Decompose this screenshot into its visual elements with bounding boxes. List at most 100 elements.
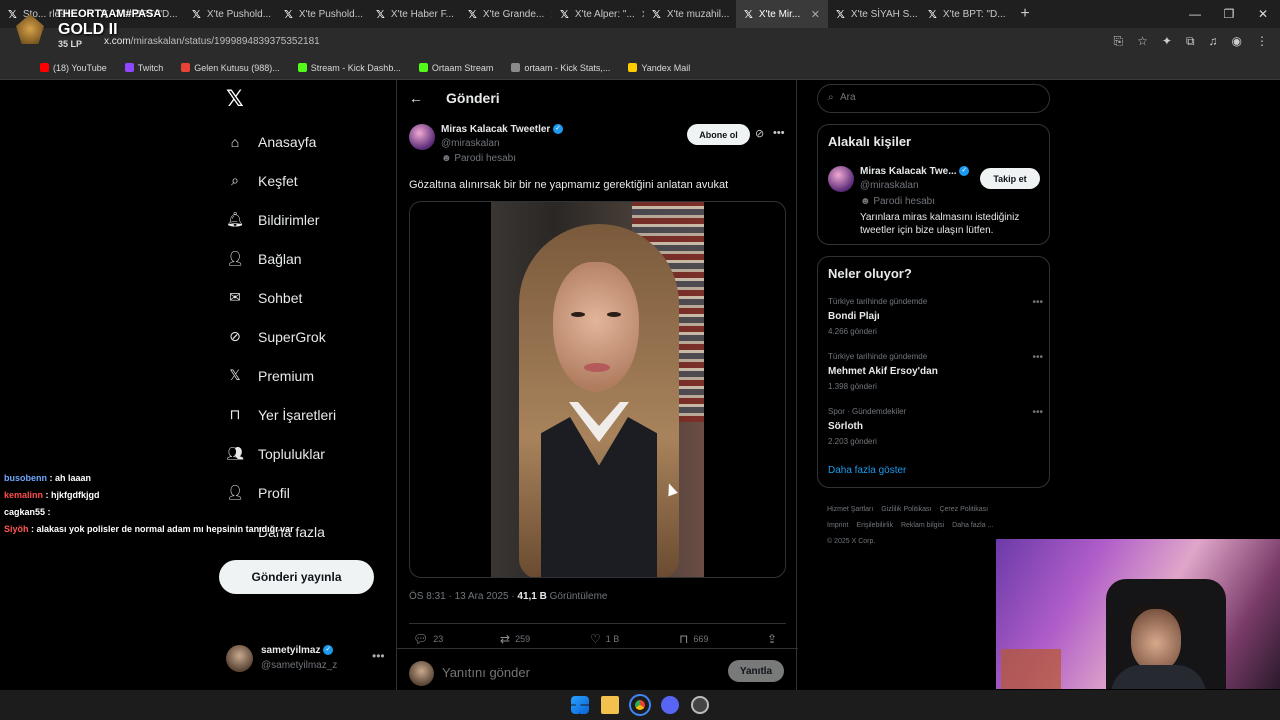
media-icon[interactable]: ♫: [1209, 34, 1218, 49]
nav-item-8[interactable]: ⊓ Yer İşaretleri: [226, 395, 337, 434]
nav-item-5[interactable]: ✉ Sohbet: [226, 278, 336, 317]
bookmark-item[interactable]: Ortaam Stream: [418, 63, 493, 73]
bookmark-item[interactable]: Gelen Kutusu (988)...: [181, 63, 280, 73]
browser-tab[interactable]: 𝕏X'te Haber F...✕: [368, 0, 460, 28]
file-explorer-icon[interactable]: [601, 696, 619, 714]
bookmark-label: Yandex Mail: [641, 62, 691, 73]
like-action[interactable]: ♡ 1 B: [590, 632, 619, 646]
trend-item[interactable]: Spor · Gündemdekiler Sörloth 2.203 gönderi…: [828, 407, 1043, 451]
footer-link[interactable]: Hizmet Şartları: [827, 506, 873, 513]
footer-link[interactable]: Çerez Politikası: [939, 506, 988, 513]
trend-item[interactable]: Türkiye tarihinde gündemde Bondi Plajı 4.2…: [828, 297, 1043, 341]
tab-title: X'te Alper: "...: [574, 8, 635, 20]
reply-button[interactable]: Yanıtla: [728, 660, 784, 682]
more-icon[interactable]: •••: [773, 127, 785, 139]
more-icon[interactable]: •••: [1032, 407, 1043, 418]
menu-icon[interactable]: ⋮: [1256, 34, 1268, 49]
app-icon[interactable]: [691, 696, 709, 714]
trend-item[interactable]: Türkiye tarihinde gündemde Mehmet Akif Er…: [828, 352, 1043, 396]
footer-link[interactable]: Daha fazla ...: [952, 522, 993, 529]
bookmark-favicon-icon: [628, 63, 638, 72]
browser-tab[interactable]: 𝕏 X'te Mir... ✕: [736, 0, 828, 28]
show-more-link[interactable]: Daha fazla göster: [828, 465, 906, 476]
minimize-icon[interactable]: —: [1178, 0, 1212, 28]
author-avatar[interactable]: [409, 124, 435, 150]
related-handle[interactable]: @miraskalan: [860, 180, 919, 191]
nav-item-4[interactable]: 👤︎ Bağlan: [226, 239, 336, 278]
footer-link[interactable]: © 2025 X Corp.: [827, 538, 875, 545]
bookmark-item[interactable]: Twitch: [124, 63, 163, 73]
post-time[interactable]: ÖS 8:31 · 13 Ara 2025 ·: [409, 591, 517, 602]
video-frame[interactable]: [491, 202, 704, 577]
puzzle-icon[interactable]: ⧉: [1186, 34, 1195, 49]
search-input[interactable]: [840, 92, 1040, 103]
bookmark-item[interactable]: (18) YouTube: [40, 63, 107, 73]
browser-tab[interactable]: 𝕏X'te Alper: "...✕: [552, 0, 644, 28]
bookmark-item[interactable]: Stream - Kick Dashb...: [297, 63, 401, 73]
stream-chat: busobenn : ah laaan kemalinn : hjkfgdfkjg…: [4, 473, 324, 541]
bookmark-action[interactable]: ⊓ 669: [679, 632, 708, 646]
profile-icon[interactable]: ◉: [1232, 34, 1242, 49]
extension-icon[interactable]: ✦: [1162, 34, 1172, 49]
close-window-icon[interactable]: ✕: [1246, 0, 1280, 28]
subscribe-button[interactable]: Abone ol: [687, 124, 750, 145]
account-switcher[interactable]: sametyilmaz ✓ @sametyilmaz_z •••: [226, 643, 386, 675]
back-arrow-icon[interactable]: ←: [409, 90, 423, 106]
rank-emblem-icon: [16, 14, 44, 44]
related-name[interactable]: Miras Kalacak Twe...: [860, 166, 957, 177]
nav-item-3[interactable]: 🔔︎ Bildirimler: [226, 200, 336, 239]
footer-link[interactable]: Erişilebilirlik: [856, 522, 893, 529]
new-tab-icon[interactable]: +: [1012, 5, 1038, 23]
install-icon[interactable]: ⎘: [1114, 34, 1124, 49]
nav-item-6[interactable]: ⊘ SuperGrok: [226, 317, 336, 356]
reply-input[interactable]: [442, 665, 682, 680]
post-button[interactable]: Gönderi yayınla: [219, 560, 374, 594]
footer-link[interactable]: Imprint: [827, 522, 848, 529]
bookmark-favicon-icon: [181, 63, 191, 72]
grok-icon: ⊘: [229, 328, 241, 344]
footer-link[interactable]: Gizlilik Politikası: [881, 506, 931, 513]
star-icon[interactable]: ☆: [1137, 34, 1148, 49]
search-box[interactable]: ⌕: [817, 84, 1050, 113]
post-video[interactable]: [409, 201, 786, 578]
share-action[interactable]: ⇪: [767, 632, 777, 646]
x-logo-icon[interactable]: 𝕏: [226, 88, 248, 110]
maximize-icon[interactable]: ❐: [1212, 0, 1246, 28]
nav-item-9[interactable]: 👥︎ Topluluklar: [226, 434, 336, 473]
discord-icon[interactable]: [661, 696, 679, 714]
nav-item-2[interactable]: ⌕ Keşfet: [226, 161, 336, 200]
x-logo-icon: 𝕏: [928, 8, 937, 21]
more-icon[interactable]: •••: [372, 649, 385, 663]
nav-item-label: Sohbet: [258, 289, 303, 306]
more-icon[interactable]: •••: [1032, 297, 1043, 308]
reply-action[interactable]: 💬︎ 23: [413, 632, 443, 646]
browser-tab[interactable]: 𝕏X'te Grande...✕: [460, 0, 552, 28]
footer-link[interactable]: Reklam bilgisi: [901, 522, 944, 529]
author-handle[interactable]: @miraskalan: [441, 138, 500, 149]
grok-icon[interactable]: ⊘: [755, 127, 764, 140]
nav-item-7[interactable]: 𝕏 Premium: [226, 356, 336, 395]
browser-tab[interactable]: 𝕏X'te muzahil...✕: [644, 0, 736, 28]
repost-icon: ⇄: [500, 632, 511, 646]
author-name[interactable]: Miras Kalacak Tweetler: [441, 124, 550, 135]
more-icon[interactable]: •••: [1032, 352, 1043, 363]
bookmark-item[interactable]: ortaam - Kick Stats,...: [511, 63, 610, 73]
address-bar[interactable]: x.com/miraskalan/status/1999894839375352…: [0, 28, 1280, 56]
browser-tab[interactable]: 𝕏X'te Pushold...✕: [184, 0, 276, 28]
mail-icon: ✉: [229, 289, 241, 305]
repost-action[interactable]: ⇄ 259: [500, 632, 530, 646]
tab-title: X'te Haber F...: [390, 8, 454, 20]
close-icon[interactable]: ✕: [811, 8, 820, 21]
bookmark-item[interactable]: Yandex Mail: [628, 63, 690, 73]
x-logo-icon: 𝕏: [192, 8, 201, 21]
bookmark-label: (18) YouTube: [53, 62, 107, 73]
windows-start-icon[interactable]: [571, 696, 589, 714]
follow-button[interactable]: Takip et: [980, 168, 1040, 189]
browser-tab[interactable]: 𝕏X'te BPT: "D...✕: [920, 0, 1012, 28]
browser-tab[interactable]: 𝕏X'te SİYAH S...✕: [828, 0, 920, 28]
browser-tab[interactable]: 𝕏X'te Pushold...✕: [276, 0, 368, 28]
chrome-icon[interactable]: [629, 694, 651, 716]
nav-item-1[interactable]: ⌂ Anasayfa: [226, 122, 336, 161]
related-avatar[interactable]: [828, 166, 854, 192]
page-title: Gönderi: [446, 90, 500, 106]
